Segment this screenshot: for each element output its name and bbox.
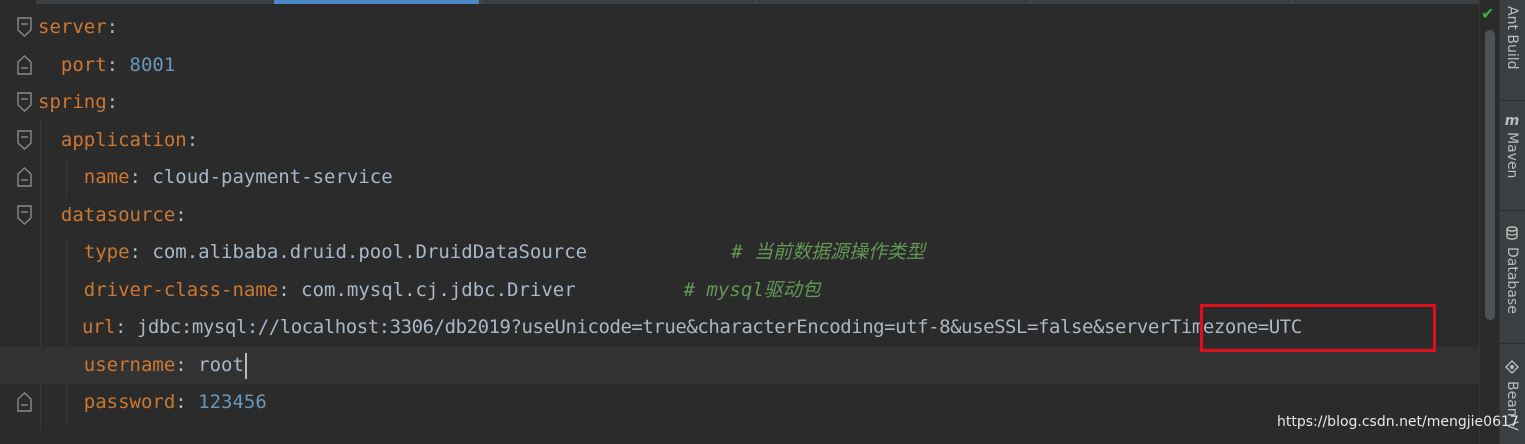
- maven-icon: m: [1504, 113, 1520, 129]
- yaml-colon: :: [114, 316, 126, 338]
- yaml-colon: :: [129, 166, 141, 188]
- yaml-comment: # 当前数据源操作类型: [731, 241, 925, 263]
- text-caret: [244, 352, 247, 379]
- database-icon: [1506, 226, 1518, 244]
- fold-collapse-icon[interactable]: [17, 204, 32, 226]
- code-line[interactable]: server:: [38, 9, 118, 46]
- fold-collapse-icon[interactable]: [17, 129, 32, 151]
- annotation-highlight-box: [1200, 304, 1436, 352]
- yaml-value: com.alibaba.druid.pool.DruidDataSource: [140, 241, 588, 263]
- code-line[interactable]: datasource:: [38, 197, 187, 234]
- yaml-key: driver-class-name: [83, 279, 279, 301]
- code-line-current[interactable]: username: root: [0, 347, 1479, 384]
- yaml-colon: :: [106, 16, 119, 38]
- yaml-value: 123456: [186, 391, 267, 413]
- yaml-key: spring: [38, 91, 107, 113]
- watermark-text: https://blog.csdn.net/mengjie0617: [1277, 414, 1519, 430]
- tab-separator: [1030, 0, 1031, 4]
- scrollbar-thumb[interactable]: [1485, 30, 1495, 320]
- side-tool-database[interactable]: Database: [1499, 226, 1525, 314]
- yaml-value: root: [186, 354, 244, 376]
- side-tool-ant-build[interactable]: Ant Build: [1499, 6, 1525, 70]
- fold-end-icon[interactable]: [17, 54, 32, 76]
- yaml-colon: :: [129, 241, 141, 263]
- yaml-key: datasource: [60, 204, 176, 226]
- yaml-colon: :: [175, 204, 187, 226]
- active-tab-indicator[interactable]: [274, 0, 479, 4]
- side-tool-label: Database: [1504, 247, 1520, 314]
- code-line[interactable]: name: cloud-payment-service: [38, 159, 393, 196]
- code-line[interactable]: application:: [38, 122, 198, 159]
- side-tool-maven[interactable]: m Maven: [1499, 113, 1525, 178]
- code-line[interactable]: password: 123456: [38, 384, 267, 421]
- code-editor[interactable]: server: port: 8001 spring: application: …: [0, 0, 1479, 444]
- yaml-key: name: [83, 166, 130, 188]
- tab-separator: [1292, 0, 1293, 4]
- code-line[interactable]: type: com.alibaba.druid.pool.DruidDataSo…: [38, 234, 925, 271]
- check-icon: ✔: [1481, 4, 1495, 23]
- tab-separator: [481, 0, 482, 4]
- side-tool-label: Maven: [1504, 132, 1520, 179]
- divider: [1500, 343, 1525, 344]
- code-line[interactable]: spring:: [38, 84, 118, 121]
- yaml-key: password: [83, 391, 176, 413]
- yaml-colon: :: [175, 391, 187, 413]
- yaml-colon: :: [106, 91, 119, 113]
- fold-end-icon[interactable]: [17, 166, 32, 188]
- yaml-key: username: [83, 354, 176, 376]
- yaml-value: com.mysql.cj.jdbc.Driver: [289, 279, 576, 301]
- yaml-key: type: [83, 241, 130, 263]
- divider: [1500, 210, 1525, 211]
- yaml-key: port: [60, 54, 107, 76]
- fold-end-icon[interactable]: [17, 391, 32, 413]
- code-line[interactable]: driver-class-name: com.mysql.cj.jdbc.Dri…: [38, 272, 821, 309]
- code-line[interactable]: url: jdbc:mysql://localhost:3306/db2019?…: [38, 309, 1302, 346]
- yaml-colon: :: [175, 354, 187, 376]
- divider: [1500, 100, 1525, 101]
- tab-bar: [0, 0, 1479, 4]
- yaml-value: jdbc:mysql://localhost:3306/db2019?useUn…: [125, 316, 1302, 338]
- code-line[interactable]: port: 8001: [38, 47, 175, 84]
- yaml-colon: :: [106, 54, 119, 76]
- yaml-key: application: [60, 129, 187, 151]
- bean-icon: [1505, 360, 1519, 378]
- side-tool-label: Ant Build: [1504, 6, 1520, 70]
- yaml-key: url: [81, 316, 115, 338]
- yaml-value: cloud-payment-service: [140, 166, 393, 188]
- fold-collapse-icon[interactable]: [17, 91, 32, 113]
- yaml-colon: :: [186, 129, 199, 151]
- fold-collapse-icon[interactable]: [17, 16, 32, 38]
- yaml-key: server: [38, 16, 107, 38]
- yaml-value: 8001: [118, 54, 176, 76]
- tab-separator: [755, 0, 756, 4]
- yaml-comment: # mysql驱动包: [683, 279, 821, 301]
- yaml-colon: :: [278, 279, 290, 301]
